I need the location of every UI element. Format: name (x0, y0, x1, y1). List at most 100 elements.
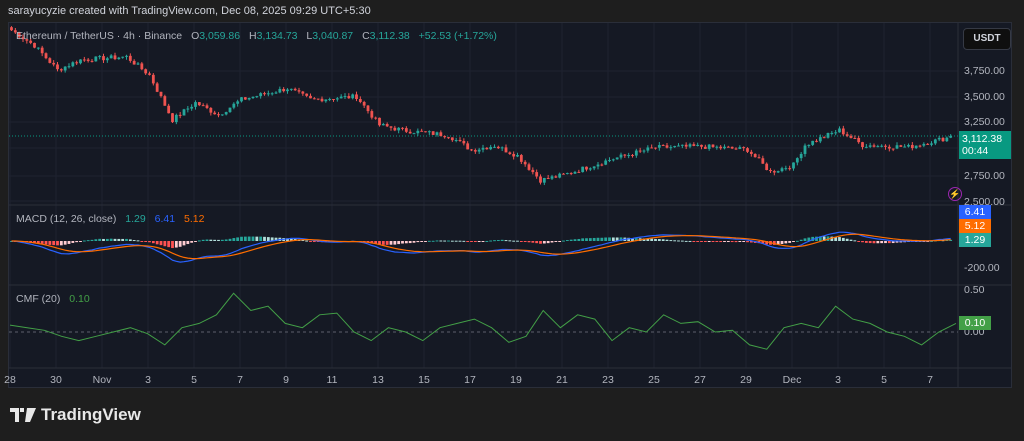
macd-histogram-bar (792, 241, 795, 242)
macd-histogram-bar (569, 239, 573, 241)
candle-body (673, 146, 677, 148)
macd-histogram-bar (416, 241, 420, 243)
candle-body (36, 47, 40, 49)
candle-body (197, 102, 201, 106)
macd-histogram-bar (726, 241, 730, 242)
candle-body (500, 147, 504, 149)
candle-body (661, 145, 665, 147)
macd-histogram-bar (98, 238, 102, 241)
candle-body (259, 93, 263, 97)
candle-body (293, 88, 297, 91)
x-tick: 25 (648, 374, 660, 386)
candle-body (447, 137, 450, 139)
macd-histogram-bar (75, 241, 79, 243)
candle-body (102, 56, 105, 61)
macd-histogram-bar (209, 239, 213, 241)
candle-body (240, 97, 243, 102)
candle-body (335, 98, 339, 100)
macd-histogram-bar (512, 240, 516, 242)
candle-body (512, 153, 516, 157)
candle-body (312, 98, 316, 100)
macd-histogram-bar (849, 239, 853, 241)
candle-body (167, 105, 171, 114)
macd-histogram-bar (148, 241, 151, 243)
candle-body (109, 55, 113, 59)
macd-histogram-bar (604, 237, 608, 241)
candle-body (592, 166, 596, 169)
y-tick: 3,750.00 (964, 65, 1005, 77)
macd-title: MACD (12, 26, close) (16, 213, 117, 225)
macd-histogram-bar (52, 241, 56, 246)
macd-histogram-bar (608, 237, 611, 241)
cmf-value: 0.10 (69, 293, 90, 305)
macd-line-value: 6.41 (154, 213, 176, 225)
macd-histogram-bar (780, 241, 784, 244)
macd-signal-value: 5.12 (184, 213, 205, 225)
candle-body (738, 147, 742, 150)
candle-body (523, 161, 527, 165)
macd-histogram-bar (266, 237, 270, 241)
macd-histogram-bar (466, 241, 470, 242)
candle-body (255, 96, 259, 98)
macd-histogram-bar (67, 241, 71, 244)
candle-body (424, 131, 427, 133)
candle-body (753, 153, 757, 158)
hist-tag: 1.29 (959, 233, 991, 247)
candle-body (857, 138, 861, 143)
candle-body (301, 91, 305, 94)
macd-histogram-bar (531, 241, 535, 243)
x-tick: 5 (881, 374, 887, 386)
candle-body (144, 69, 148, 74)
candle-body (700, 144, 703, 147)
candle-body (397, 127, 401, 131)
candle-body (477, 149, 481, 152)
macd-histogram-bar (412, 241, 416, 243)
macd-histogram-bar (542, 241, 546, 244)
macd-histogram-bar (401, 241, 404, 244)
candle-body (650, 147, 654, 149)
macd-histogram-bar (496, 240, 500, 242)
macd-histogram-bar (703, 241, 707, 242)
macd-histogram-bar (213, 239, 217, 241)
macd-histogram-bar (872, 241, 876, 244)
candle-body (535, 172, 539, 177)
macd-histogram-bar (876, 241, 880, 244)
macd-histogram-bar (174, 241, 178, 248)
macd-histogram-bar (450, 240, 454, 242)
macd-histogram-bar (259, 236, 263, 241)
candle-body (416, 130, 420, 134)
candle-body (420, 130, 424, 132)
macd-histogram-bar (435, 240, 439, 242)
candle-body (853, 137, 857, 139)
candle-body (807, 144, 811, 146)
lightning-icon[interactable]: ⚡ (948, 187, 962, 201)
candle-body (105, 58, 109, 61)
cmf-tag: 0.10 (959, 316, 991, 330)
tradingview-logo[interactable]: TradingView (10, 405, 141, 425)
candle-body (742, 147, 746, 149)
candle-body (305, 93, 309, 96)
macd-histogram-bar (880, 241, 884, 244)
candle-body (577, 171, 581, 173)
candle-body (462, 140, 466, 144)
macd-histogram-bar (861, 241, 864, 243)
candle-body (868, 145, 872, 147)
macd-histogram-bar (140, 241, 144, 242)
candle-body (435, 132, 439, 135)
macd-histogram-bar (408, 241, 412, 244)
macd-histogram-bar (868, 241, 872, 244)
macd-histogram-bar (665, 239, 669, 241)
candle-body (508, 152, 512, 154)
candle-body (343, 96, 347, 98)
currency-button[interactable]: USDT (963, 28, 1011, 50)
candle-body (159, 91, 163, 97)
candle-body (190, 106, 194, 109)
candle-body (761, 158, 765, 164)
candle-body (33, 42, 36, 48)
candle-body (347, 96, 351, 99)
macd-histogram-bar (673, 240, 677, 242)
macd-histogram-bar (600, 237, 604, 241)
macd-histogram-bar (144, 241, 148, 242)
macd-histogram-bar (389, 241, 393, 245)
candle-body (370, 111, 374, 118)
